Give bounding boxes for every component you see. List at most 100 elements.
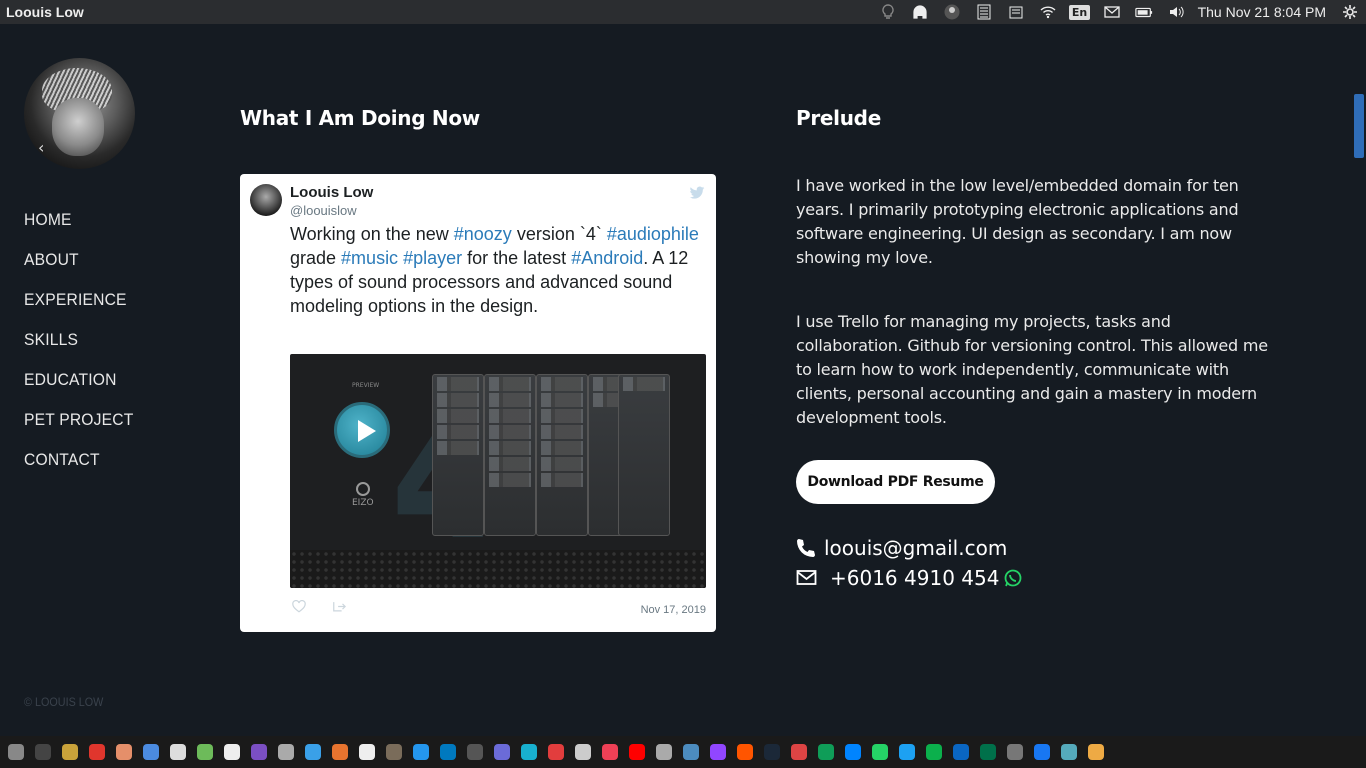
notes-icon[interactable]	[968, 0, 1000, 24]
media-preview-label: PREVIEW	[352, 382, 380, 389]
tweet-text-segment: Working on the new	[290, 224, 454, 244]
app-icon[interactable]	[575, 744, 591, 760]
hashtag-link[interactable]: #noozy	[454, 224, 512, 244]
box-icon[interactable]	[305, 744, 321, 760]
phone-text[interactable]: +6016 4910 454	[830, 566, 999, 590]
tweet-avatar[interactable]	[250, 184, 282, 216]
email-text[interactable]: loouis@gmail.com	[824, 536, 1007, 560]
editor-icon[interactable]	[224, 744, 240, 760]
scrollbar-thumb[interactable]	[1354, 94, 1364, 158]
app-icon[interactable]	[116, 744, 132, 760]
clock[interactable]: Thu Nov 21 8:04 PM	[1192, 4, 1334, 20]
brave-icon[interactable]	[332, 744, 348, 760]
nav-home[interactable]: HOME	[24, 207, 134, 247]
nav-skills[interactable]: SKILLS	[24, 327, 134, 367]
share-icon[interactable]	[332, 600, 346, 613]
files-icon[interactable]	[62, 744, 78, 760]
steam-icon[interactable]	[764, 744, 780, 760]
twitch-icon[interactable]	[710, 744, 726, 760]
youtube-icon[interactable]	[629, 744, 645, 760]
phone-screen	[484, 374, 536, 536]
hashtag-link[interactable]: #player	[403, 248, 462, 268]
trello-icon[interactable]	[440, 744, 456, 760]
email-contact[interactable]: loouis@gmail.com	[796, 536, 1007, 560]
tweet-author-handle[interactable]: @loouislow	[290, 203, 357, 218]
media-icon[interactable]	[683, 744, 699, 760]
webcam-icon[interactable]	[656, 744, 672, 760]
wifi-icon[interactable]	[1032, 0, 1064, 24]
app-icon[interactable]	[1061, 744, 1077, 760]
nav-contact[interactable]: CONTACT	[24, 447, 134, 487]
volume-icon[interactable]	[1160, 0, 1192, 24]
headphones-icon[interactable]	[170, 744, 186, 760]
page-scrollbar[interactable]	[1350, 24, 1366, 736]
profile-avatar: ‹	[24, 58, 135, 169]
hangouts-icon[interactable]	[818, 744, 834, 760]
nav-education[interactable]: EDUCATION	[24, 367, 134, 407]
clipboard-icon[interactable]	[1000, 0, 1032, 24]
messenger-icon[interactable]	[845, 744, 861, 760]
chat-icon[interactable]	[926, 744, 942, 760]
hashtag-link[interactable]: #Android	[571, 248, 643, 268]
envelope-icon	[796, 570, 817, 585]
tweet-text-segment: for the latest	[462, 248, 572, 268]
nav-pet-project[interactable]: PET PROJECT	[24, 407, 134, 447]
bulb-icon[interactable]	[872, 0, 904, 24]
linkedin-icon[interactable]	[953, 744, 969, 760]
settings-icon[interactable]	[1334, 0, 1366, 24]
settings-icon[interactable]	[8, 744, 24, 760]
window-title: Loouis Low	[6, 4, 84, 20]
play-icon[interactable]	[521, 744, 537, 760]
phone-screen	[432, 374, 484, 536]
play-icon[interactable]	[334, 402, 390, 458]
phone-contact[interactable]: +6016 4910 454	[796, 566, 1031, 590]
twitter-bird-icon[interactable]	[689, 186, 705, 200]
tweet-author-name[interactable]: Loouis Low	[290, 184, 373, 201]
phone-icon	[797, 539, 815, 557]
app-icon[interactable]	[1088, 744, 1104, 760]
prelude-paragraph-1: I have worked in the low level/embedded …	[796, 176, 1239, 267]
top-panel: Loouis Low En Thu Nov 21 8:04 PM	[0, 0, 1366, 24]
battery-icon[interactable]	[1128, 0, 1160, 24]
tweet-card[interactable]: Loouis Low @loouislow Working on the new…	[240, 174, 716, 632]
nav-experience[interactable]: EXPERIENCE	[24, 287, 134, 327]
mail-icon[interactable]	[791, 744, 807, 760]
android-studio-icon[interactable]	[197, 744, 213, 760]
docker-icon[interactable]	[413, 744, 429, 760]
app-icon[interactable]	[494, 744, 510, 760]
twitter-icon[interactable]	[899, 744, 915, 760]
prelude-heading: Prelude	[796, 106, 881, 130]
github-icon[interactable]	[359, 744, 375, 760]
whatsapp-icon[interactable]	[1003, 568, 1023, 588]
heart-icon[interactable]	[292, 600, 306, 613]
terminal-icon[interactable]	[35, 744, 51, 760]
starbucks-icon[interactable]	[980, 744, 996, 760]
app-icon[interactable]	[467, 744, 483, 760]
tools-icon[interactable]	[278, 744, 294, 760]
whatsapp-icon[interactable]	[872, 744, 888, 760]
news-icon[interactable]	[548, 744, 564, 760]
tweet-text-segment: version `4`	[511, 224, 607, 244]
tor-icon[interactable]	[251, 744, 267, 760]
mail-icon[interactable]	[1096, 0, 1128, 24]
chrome-icon[interactable]	[143, 744, 159, 760]
gimp-icon[interactable]	[386, 744, 402, 760]
facebook-icon[interactable]	[1034, 744, 1050, 760]
app-icon[interactable]	[1007, 744, 1023, 760]
tweet-text: Working on the new #noozy version `4` #a…	[290, 222, 710, 318]
headphones-icon[interactable]	[904, 0, 936, 24]
user-avatar-icon[interactable]	[936, 0, 968, 24]
chevron-left-icon[interactable]: ‹	[38, 138, 44, 157]
soundcloud-icon[interactable]	[737, 744, 753, 760]
nav-about[interactable]: ABOUT	[24, 247, 134, 287]
hashtag-link[interactable]: #music	[341, 248, 398, 268]
keyboard-layout-icon[interactable]: En	[1064, 0, 1096, 24]
hashtag-link[interactable]: #audiophile	[607, 224, 699, 244]
tweet-text-segment: grade	[290, 248, 342, 268]
download-resume-button[interactable]: Download PDF Resume	[796, 460, 995, 504]
tweet-media[interactable]: 4 PREVIEW EIZO	[290, 354, 706, 588]
pocket-icon[interactable]	[602, 744, 618, 760]
prelude-paragraph-2: I use Trello for managing my projects, t…	[796, 312, 1268, 427]
tweet-date[interactable]: Nov 17, 2019	[641, 604, 706, 616]
opera-icon[interactable]	[89, 744, 105, 760]
